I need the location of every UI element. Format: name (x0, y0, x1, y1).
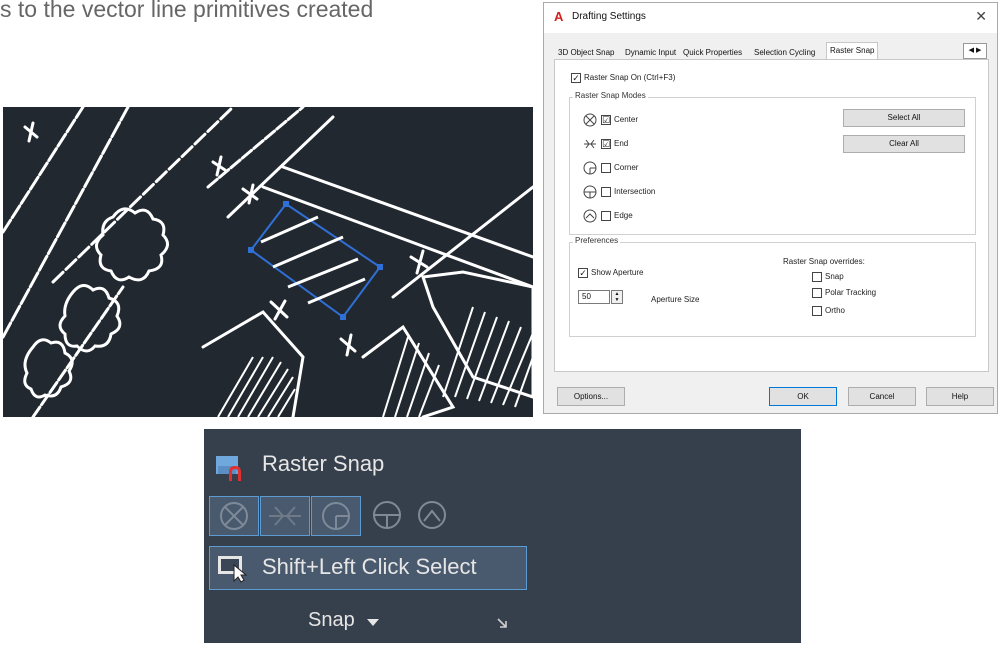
intersection-mode-label: Intersection (614, 187, 656, 196)
raster-snap-overrides-title: Raster Snap overrides: (783, 257, 865, 266)
intersection-snap-toggle[interactable] (364, 496, 410, 536)
end-snap-icon (269, 506, 301, 526)
raster-drawing (3, 107, 533, 417)
corner-mode-label: Corner (614, 163, 639, 172)
select-all-button[interactable]: Select All (843, 109, 965, 127)
override-polar-tracking-label: Polar Tracking (825, 288, 877, 297)
preferences-title: Preferences (573, 236, 621, 245)
corner-snap-icon (322, 502, 350, 530)
intersection-snap-icon (373, 501, 401, 529)
shift-left-click-select-button[interactable]: Shift+Left Click Select (209, 546, 527, 590)
center-snap-icon (583, 113, 597, 127)
end-mode-checkbox[interactable]: ☑ (601, 139, 611, 149)
preferences-group (569, 242, 976, 337)
raster-snap-tab-panel: ✓ Raster Snap On (Ctrl+F3) Raster Snap M… (554, 59, 989, 372)
raster-snap-icon[interactable] (214, 454, 244, 482)
tab-scroll-arrows-icon[interactable]: ◀ ▶ (963, 43, 987, 59)
corner-mode-checkbox[interactable] (601, 163, 611, 173)
dialog-title: Drafting Settings (572, 11, 646, 22)
select-cursor-icon (218, 556, 248, 583)
dialog-title-bar[interactable]: A Drafting Settings ✕ (544, 3, 997, 33)
clear-all-button[interactable]: Clear All (843, 135, 965, 153)
raster-snap-on-label: Raster Snap On (Ctrl+F3) (584, 73, 676, 82)
aperture-size-label: Aperture Size (651, 295, 700, 304)
raster-snap-modes-title: Raster Snap Modes (573, 91, 648, 100)
show-aperture-checkbox[interactable]: ✓ (578, 268, 588, 278)
end-mode-label: End (614, 139, 629, 148)
aperture-spinner-icon[interactable]: ▲ ▼ (611, 290, 623, 304)
cancel-button[interactable]: Cancel (848, 387, 916, 406)
intersection-snap-icon (583, 185, 597, 199)
help-button[interactable]: Help (926, 387, 994, 406)
end-snap-toggle[interactable] (260, 496, 310, 536)
show-aperture-label: Show Aperture (591, 268, 644, 277)
edge-snap-icon (418, 501, 446, 529)
close-icon[interactable]: ✕ (975, 8, 987, 25)
snap-panel-label[interactable]: Snap (308, 609, 355, 632)
center-snap-toggle[interactable] (209, 496, 259, 536)
ok-button[interactable]: OK (769, 387, 837, 406)
override-ortho-label: Ortho (825, 306, 846, 315)
edge-mode-label: Edge (614, 211, 633, 220)
intersection-mode-checkbox[interactable] (601, 187, 611, 197)
aperture-size-input[interactable]: 50 (578, 290, 610, 304)
edge-snap-icon (583, 209, 597, 223)
shift-left-click-select-label: Shift+Left Click Select (262, 554, 477, 579)
cad-drawing-canvas[interactable] (3, 107, 533, 417)
center-mode-label: Center (614, 115, 639, 124)
drafting-settings-dialog: A Drafting Settings ✕ 3D Object Snap Dyn… (543, 2, 998, 414)
autocad-logo-icon: A (554, 9, 564, 24)
center-snap-icon (220, 502, 248, 530)
raster-snap-ribbon-panel: Raster Snap Shift+Left Click Select Snap (204, 429, 801, 643)
raster-snap-on-checkbox[interactable]: ✓ (571, 73, 581, 83)
override-snap-checkbox[interactable] (812, 272, 822, 282)
intro-text: s to the vector line primitives created (0, 0, 374, 22)
end-snap-icon (584, 139, 596, 149)
chevron-down-icon[interactable] (367, 619, 379, 626)
center-mode-checkbox[interactable]: ☑ (601, 115, 611, 125)
corner-snap-toggle[interactable] (311, 496, 361, 536)
corner-snap-icon (583, 161, 597, 175)
edge-snap-toggle[interactable] (409, 496, 455, 536)
override-ortho-checkbox[interactable] (812, 306, 822, 316)
ribbon-panel-title: Raster Snap (262, 451, 385, 476)
override-polar-tracking-checkbox[interactable] (812, 288, 822, 298)
options-button[interactable]: Options... (557, 387, 625, 406)
dialog-launcher-icon[interactable] (496, 617, 508, 629)
tab-raster-snap[interactable]: Raster Snap (826, 42, 879, 60)
edge-mode-checkbox[interactable] (601, 211, 611, 221)
override-snap-label: Snap (825, 272, 844, 281)
